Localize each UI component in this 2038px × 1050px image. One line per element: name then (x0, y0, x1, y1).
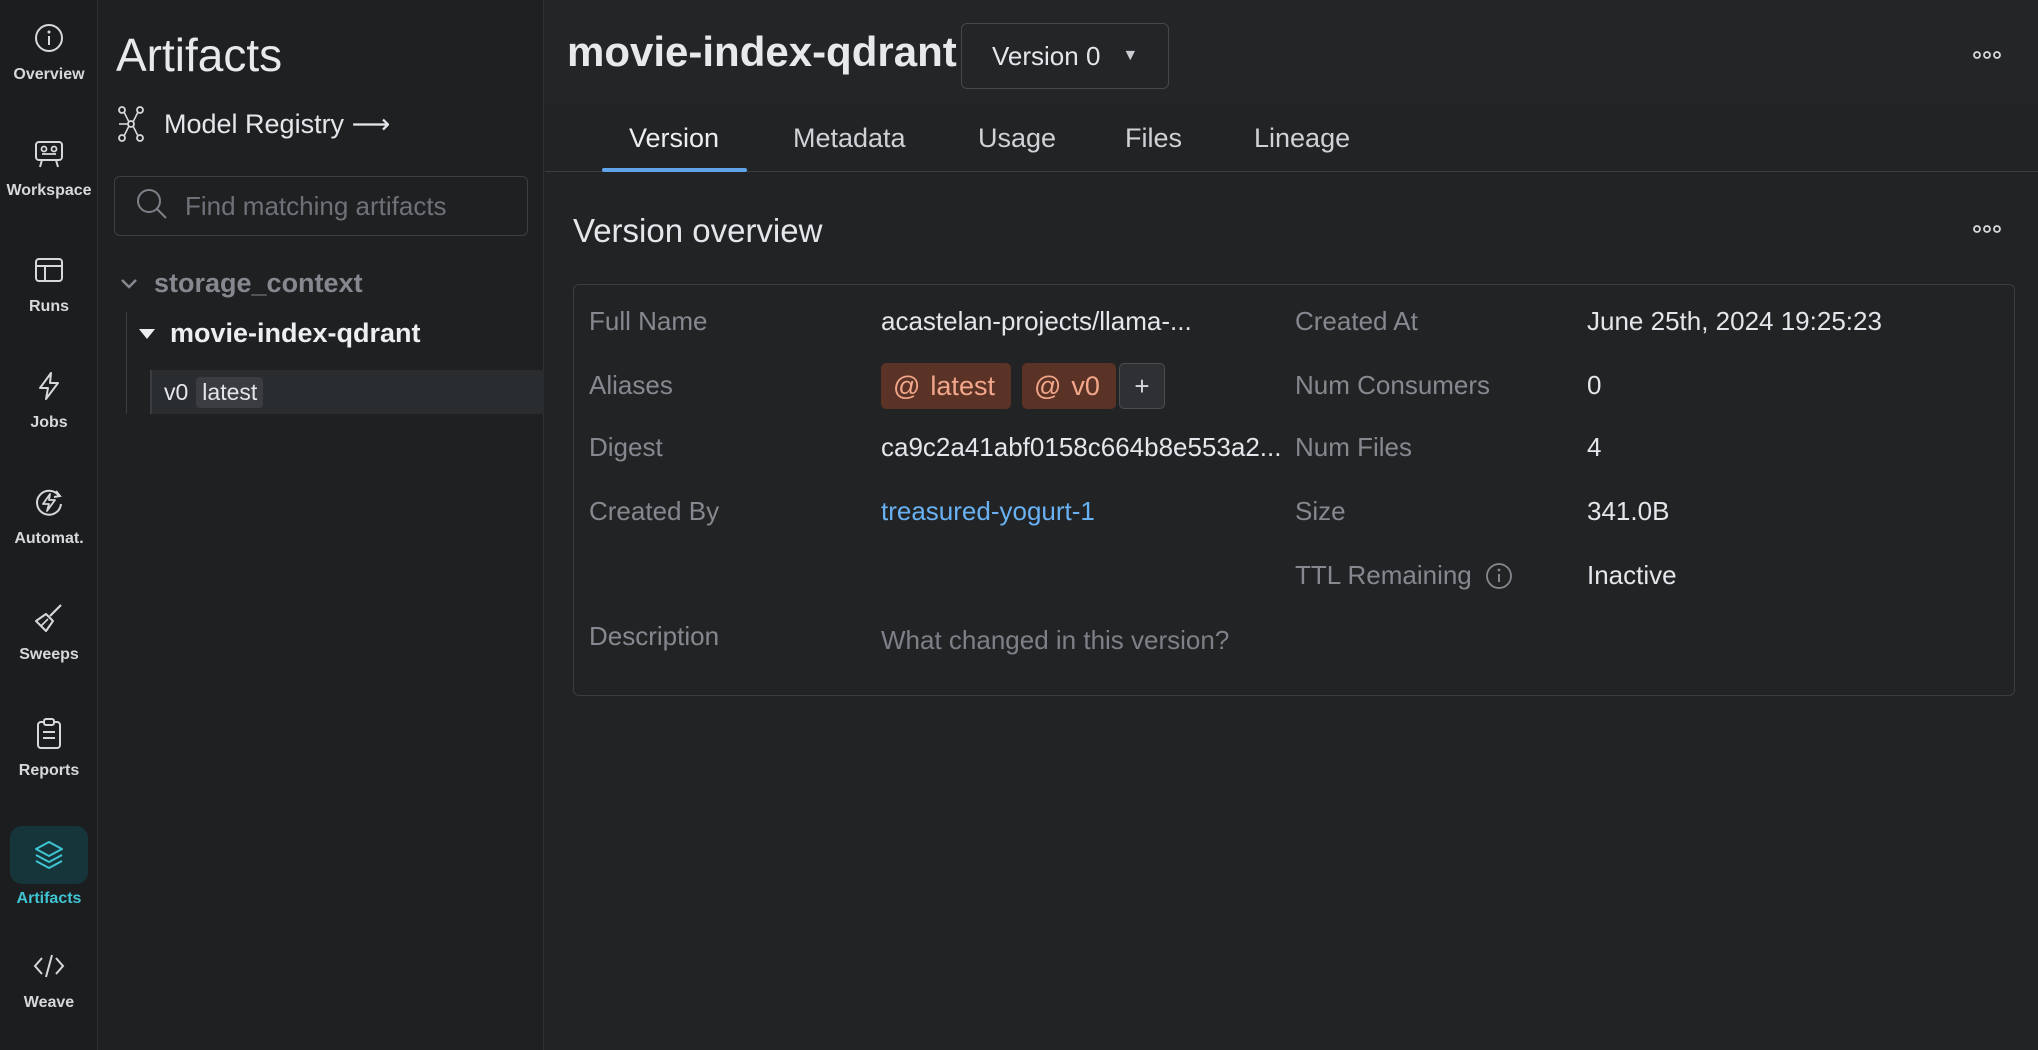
chevron-down-icon (120, 278, 138, 290)
caret-down-icon: ▼ (1122, 47, 1139, 64)
num-files-value: 4 (1587, 432, 1602, 462)
nav-overview[interactable]: Overview (0, 0, 98, 100)
sidebar-title: Artifacts (116, 29, 283, 81)
tree-version-label: v0 (164, 378, 189, 405)
nav-workspace-label: Workspace (6, 182, 92, 199)
at-icon: @ (1034, 370, 1062, 401)
search-icon (135, 187, 169, 226)
size-value: 341.0B (1587, 496, 1670, 526)
nav-runs-label: Runs (29, 298, 69, 315)
tab-files[interactable]: Files (1125, 104, 1182, 172)
created-by-run-link[interactable]: treasured-yogurt-1 (881, 496, 1095, 527)
lightning-icon (31, 368, 67, 404)
nav-sweeps[interactable]: Sweeps (0, 580, 98, 680)
digest-label: Digest (589, 432, 663, 462)
size-label: Size (1295, 496, 1346, 526)
alias-chip-label: v0 (1071, 370, 1100, 401)
header-more-button[interactable] (1967, 40, 2007, 70)
description-input[interactable]: What changed in this version? (881, 625, 1229, 656)
nav-sweeps-label: Sweeps (19, 646, 79, 663)
add-alias-button[interactable]: + (1119, 363, 1165, 409)
automation-icon (31, 484, 67, 520)
layers-icon (10, 826, 88, 884)
full-name-value: acastelan-projects/llama-... (881, 306, 1192, 336)
created-by-label: Created By (589, 496, 720, 526)
tree-group-label: storage_context (154, 268, 363, 298)
tab-lineage[interactable]: Lineage (1254, 104, 1350, 172)
tab-metadata[interactable]: Metadata (793, 104, 906, 172)
alias-chip-latest[interactable]: @ latest (881, 363, 1011, 409)
left-nav-rail: Overview Workspace Runs Jobs Automat. Sw… (0, 0, 98, 1050)
model-registry-link[interactable]: Model Registry ⟶ (116, 104, 390, 144)
info-icon[interactable] (1484, 561, 1514, 591)
ttl-remaining-label: TTL Remaining (1295, 560, 1472, 590)
num-consumers-label: Num Consumers (1295, 370, 1491, 400)
nav-jobs[interactable]: Jobs (0, 348, 98, 448)
clipboard-icon (31, 716, 67, 752)
nav-overview-label: Overview (13, 66, 85, 83)
tab-version[interactable]: Version (629, 104, 719, 172)
nav-workspace[interactable]: Workspace (0, 116, 98, 216)
ttl-remaining-row: TTL Remaining (1295, 560, 1514, 591)
nav-jobs-label: Jobs (30, 414, 68, 431)
version-select[interactable]: Version 0 ▼ (961, 23, 1169, 89)
tree-artifact-label: movie-index-qdrant (170, 318, 421, 348)
artifact-header: movie-index-qdrant Version 0 ▼ (545, 0, 2038, 104)
nav-automations-label: Automat. (14, 530, 84, 547)
at-icon: @ (893, 370, 921, 401)
aliases-label: Aliases (589, 370, 673, 400)
more-dots-icon (1973, 225, 2001, 233)
artifacts-sidebar: Artifacts Model Registry ⟶ storage_conte… (98, 0, 544, 1050)
nav-automations[interactable]: Automat. (0, 464, 98, 564)
alias-chip-v0[interactable]: @ v0 (1022, 363, 1116, 409)
version-overview-card: Full Name acastelan-projects/llama-... A… (573, 284, 2015, 696)
broom-icon (31, 600, 67, 636)
description-label: Description (589, 621, 720, 651)
model-registry-label: Model Registry ⟶ (164, 108, 391, 139)
workspace-icon (31, 136, 67, 172)
nav-artifacts[interactable]: Artifacts (0, 818, 98, 918)
network-icon (116, 104, 148, 144)
tab-usage[interactable]: Usage (978, 104, 1056, 172)
code-icon (31, 948, 67, 984)
overview-more-button[interactable] (1967, 214, 2007, 244)
artifact-search-input[interactable] (185, 190, 525, 222)
tree-version-v0[interactable]: v0 latest (150, 370, 544, 414)
nav-reports-label: Reports (18, 762, 80, 779)
runs-table-icon (31, 252, 67, 288)
num-consumers-value: 0 (1587, 370, 1602, 400)
page-title: movie-index-qdrant (567, 28, 957, 75)
tree-artifact-movie-index-qdrant[interactable]: movie-index-qdrant (138, 318, 421, 349)
created-at-label: Created At (1295, 306, 1418, 336)
version-alias-tag: latest (196, 376, 264, 408)
active-tab-indicator (602, 168, 747, 172)
nav-weave[interactable]: Weave (0, 928, 98, 1028)
artifact-search-box (114, 176, 528, 236)
digest-value: ca9c2a41abf0158c664b8e553a2... (881, 432, 1282, 462)
nav-artifacts-label: Artifacts (16, 890, 82, 907)
tree-guide-line (126, 312, 127, 414)
full-name-label: Full Name (589, 306, 708, 336)
created-at-value: June 25th, 2024 19:25:23 (1587, 306, 1882, 336)
info-icon (31, 20, 67, 56)
section-title: Version overview (573, 212, 823, 249)
more-dots-icon (1973, 51, 2001, 59)
version-select-value: Version 0 (992, 40, 1101, 71)
alias-chip-label: latest (930, 370, 995, 401)
nav-reports[interactable]: Reports (0, 696, 98, 796)
caret-down-icon (138, 328, 156, 340)
num-files-label: Num Files (1295, 432, 1413, 462)
ttl-remaining-value: Inactive (1587, 560, 1677, 590)
nav-runs[interactable]: Runs (0, 232, 98, 332)
artifact-tabs: Version Metadata Usage Files Lineage (545, 104, 2038, 172)
nav-weave-label: Weave (23, 994, 75, 1011)
tree-group-storage-context[interactable]: storage_context (120, 268, 363, 299)
